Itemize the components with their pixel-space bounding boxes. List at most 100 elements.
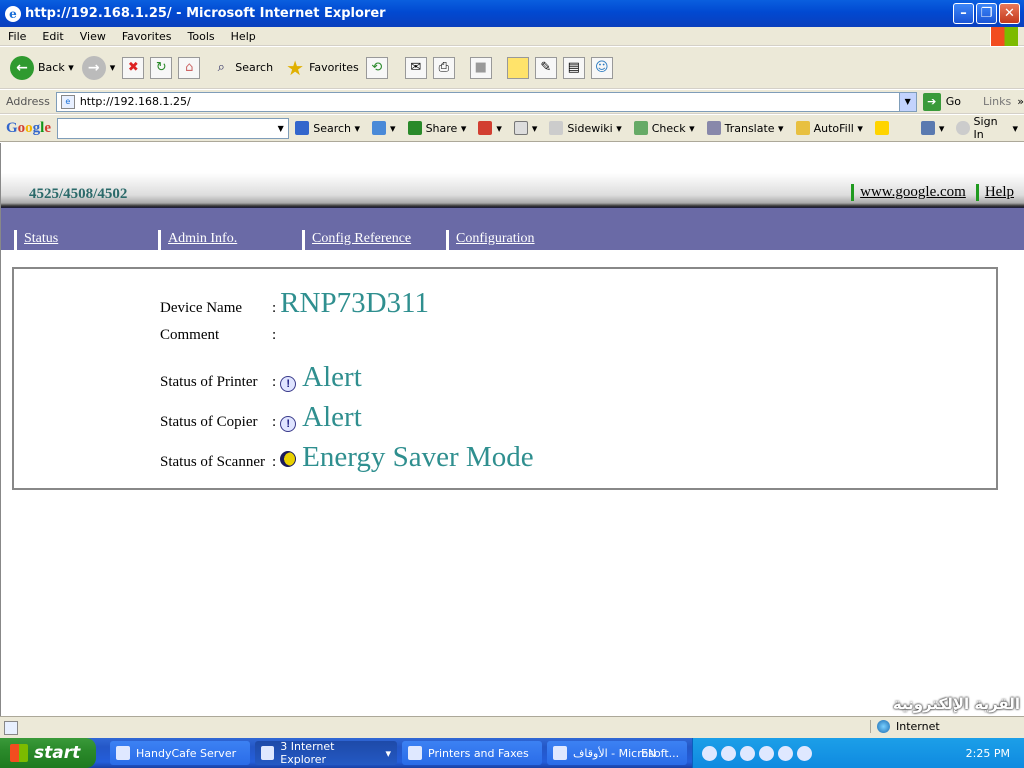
clock[interactable]: 2:25 PM: [966, 747, 1010, 760]
field-separator: :: [272, 454, 277, 470]
menu-favorites[interactable]: Favorites: [114, 30, 180, 43]
chevron-right-icon[interactable]: »: [1017, 95, 1024, 108]
media-stop-icon[interactable]: [721, 745, 737, 761]
scanner-status-value: Energy Saver Mode: [302, 441, 534, 473]
mail-icon[interactable]: ✉: [404, 56, 427, 79]
nav-configuration[interactable]: Configuration: [446, 230, 535, 254]
device-name-value: RNP73D311: [280, 287, 429, 319]
address-input[interactable]: e http://192.168.1.25/ ▼: [55, 91, 917, 112]
windows-flag-icon: [990, 27, 1018, 46]
google-link[interactable]: www.google.com: [851, 184, 966, 201]
nav-config-reference[interactable]: Config Reference: [302, 230, 411, 254]
task-internet-explorer[interactable]: 3 Internet Explorer ▾: [255, 740, 397, 766]
volume-icon[interactable]: [778, 745, 794, 761]
highlight-button[interactable]: [869, 121, 899, 135]
task-label: الأوقاف - Microsoft...: [573, 746, 680, 760]
translate-label: Translate: [724, 121, 775, 135]
check-label: Check: [651, 121, 686, 135]
network-icon[interactable]: [797, 745, 813, 761]
links-button[interactable]: Links: [983, 95, 1011, 108]
note-icon[interactable]: [506, 56, 529, 79]
add-button[interactable]: ▾: [366, 121, 402, 135]
media-prev-icon[interactable]: [740, 745, 756, 761]
title-bar: e http://192.168.1.25/ - Microsoft Inter…: [0, 0, 1024, 27]
go-button[interactable]: ➔ Go: [922, 92, 961, 111]
users-icon[interactable]: ☺: [590, 56, 613, 79]
google-g-icon: [295, 121, 310, 135]
menu-help[interactable]: Help: [223, 30, 264, 43]
copier-status-value: Alert: [302, 401, 362, 433]
back-button[interactable]: ← Back ▾: [6, 51, 78, 85]
printer-icon: [408, 746, 422, 760]
translate-button[interactable]: Translate ▾: [701, 121, 790, 135]
research-icon[interactable]: ▤: [562, 56, 585, 79]
taskbar: start HandyCafe Server 3 Internet Explor…: [0, 738, 1024, 768]
model-title: 4525/4508/4502: [29, 186, 128, 202]
sidewiki-icon: [549, 121, 564, 135]
nav-bar: Status Admin Info. Config Reference Conf…: [1, 208, 1024, 254]
sidewiki-button[interactable]: Sidewiki ▾: [543, 121, 627, 135]
page-status-icon: [4, 720, 18, 735]
security-zone: Internet: [870, 720, 940, 733]
field-label: Status of Copier: [160, 414, 258, 430]
bookmark-button[interactable]: ▾: [508, 121, 544, 135]
share-button[interactable]: Share ▾: [402, 121, 473, 135]
nav-admin-info[interactable]: Admin Info.: [158, 230, 237, 254]
menu-tools[interactable]: Tools: [180, 30, 223, 43]
media-pause-icon[interactable]: [702, 745, 718, 761]
ie-logo-icon: e: [5, 5, 21, 22]
media-next-icon[interactable]: [759, 745, 775, 761]
google-search-input[interactable]: ▼: [57, 117, 290, 139]
page-icon: e: [60, 94, 75, 109]
check-button[interactable]: Check ▾: [628, 121, 701, 135]
google-logo: Google: [6, 120, 51, 137]
go-label: Go: [945, 95, 961, 108]
menu-file[interactable]: File: [0, 30, 34, 43]
status-bar: Internet: [0, 716, 1024, 738]
sign-in-button[interactable]: Sign In ▾: [950, 115, 1024, 141]
window-title: http://192.168.1.25/ - Microsoft Interne…: [25, 6, 386, 21]
task-printers-faxes[interactable]: Printers and Faxes: [402, 741, 542, 765]
sidewiki-label: Sidewiki: [567, 121, 613, 135]
close-button[interactable]: ✕: [999, 3, 1020, 24]
maximize-button[interactable]: ❐: [976, 3, 997, 24]
google-logo-letter: G: [6, 119, 18, 136]
highlighter-icon: [874, 121, 889, 135]
print-icon[interactable]: ⎙: [432, 56, 455, 79]
home-icon[interactable]: ⌂: [178, 56, 201, 79]
search-button[interactable]: ⌕ Search: [203, 51, 277, 85]
forward-button[interactable]: → ▾: [78, 51, 120, 85]
go-arrow-icon: ➔: [922, 92, 941, 111]
start-button[interactable]: start: [0, 738, 96, 768]
edit-icon[interactable]: ■: [469, 56, 492, 79]
field-separator: :: [272, 374, 277, 390]
printer-status-value: Alert: [302, 361, 362, 393]
device-name-row: Device Name : RNP73D311: [160, 287, 429, 320]
menu-edit[interactable]: Edit: [34, 30, 71, 43]
share-label: Share: [425, 121, 458, 135]
autofill-button[interactable]: AutoFill ▾: [790, 121, 869, 135]
autofill-label: AutoFill: [813, 121, 854, 135]
task-handycafe[interactable]: HandyCafe Server: [110, 741, 250, 765]
favorites-button[interactable]: ★ Favorites: [277, 51, 363, 85]
help-link[interactable]: Help: [975, 184, 1014, 201]
chevron-down-icon[interactable]: ▼: [273, 119, 288, 138]
standard-toolbar: ← Back ▾ → ▾ ✖ ↻ ⌂ ⌕ Search ★ Favorites ⟲…: [0, 47, 1024, 89]
history-icon[interactable]: ⟲: [365, 56, 388, 79]
google-search-button[interactable]: Search ▾: [289, 121, 366, 135]
task-word-document[interactable]: الأوقاف - Microsoft...: [547, 741, 687, 765]
nav-status[interactable]: Status: [14, 230, 58, 254]
popup-blocker-button[interactable]: ▾: [472, 121, 508, 135]
refresh-icon[interactable]: ↻: [150, 56, 173, 79]
messenger-icon[interactable]: ✎: [534, 56, 557, 79]
chevron-down-icon[interactable]: ▼: [898, 92, 916, 111]
alert-icon: !: [280, 416, 297, 432]
scanner-status-row: Status of Scanner : Energy Saver Mode: [160, 441, 534, 474]
minimize-button[interactable]: –: [953, 3, 974, 24]
stop-icon[interactable]: ✖: [122, 56, 145, 79]
language-indicator[interactable]: EN: [641, 747, 656, 760]
address-label: Address: [6, 95, 50, 108]
settings-button[interactable]: ▾: [915, 121, 951, 135]
watermark-logo: القرية الإلكترونية: [892, 695, 1020, 713]
menu-view[interactable]: View: [72, 30, 114, 43]
